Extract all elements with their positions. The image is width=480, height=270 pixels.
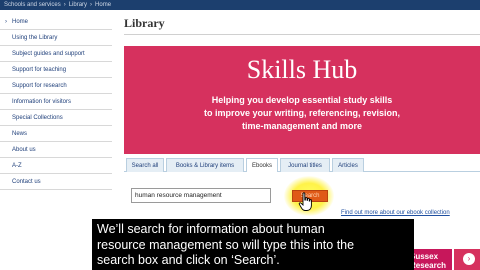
- divider: [124, 34, 480, 35]
- tab-search-all[interactable]: Search all: [126, 158, 164, 172]
- banner-subtitle: Helping you develop essential study skil…: [124, 94, 480, 133]
- breadcrumb-separator: ›: [63, 2, 66, 8]
- caption-line: search box and click on ‘Search’.: [97, 253, 280, 267]
- ebook-collection-link[interactable]: Find out more about our ebook collection: [341, 210, 450, 216]
- sidebar-item-support-research[interactable]: Support for research: [0, 78, 112, 94]
- breadcrumb-item: Home: [95, 2, 112, 8]
- sidebar-item-label: About us: [12, 147, 36, 153]
- sidebar-item-label: Using the Library: [12, 35, 58, 41]
- caption-line: resource management so will type this in…: [97, 237, 355, 252]
- page-title: Library: [124, 16, 165, 30]
- sidebar-item-a-z[interactable]: A-Z: [0, 158, 112, 174]
- banner-title: Skills Hub: [246, 55, 358, 84]
- promo-tile[interactable]: ›: [454, 249, 480, 270]
- promo-label: Sussex: [410, 252, 439, 261]
- banner-subtitle-line: to improve your writing, referencing, re…: [203, 108, 401, 118]
- tab-articles[interactable]: Articles: [332, 158, 364, 172]
- sidebar-item-support-teaching[interactable]: Support for teaching: [0, 62, 112, 78]
- banner-subtitle-line: time-management and more: [241, 121, 363, 131]
- tab-books-library-items[interactable]: Books & Library items: [166, 158, 244, 172]
- breadcrumb-item[interactable]: Library: [69, 2, 87, 8]
- sidebar-item-home[interactable]: › Home: [0, 14, 112, 30]
- sidebar-item-label: Support for research: [12, 83, 67, 89]
- search-input[interactable]: [131, 188, 271, 203]
- tab-ebooks[interactable]: Ebooks: [246, 158, 278, 173]
- sidebar-nav: › Home Using the Library Subject guides a…: [0, 14, 112, 190]
- sidebar-item-subject-guides[interactable]: Subject guides and support: [0, 46, 112, 62]
- caption-line: We’ll search for information about human: [97, 222, 325, 236]
- search-tabs: Search all Books & Library items Ebooks …: [124, 158, 480, 173]
- chevron-right-icon: ›: [5, 19, 7, 25]
- arrow-right-icon: ›: [463, 253, 475, 265]
- sidebar-item-label: Special Collections: [12, 115, 63, 121]
- sidebar-item-label: Support for teaching: [12, 67, 67, 73]
- sidebar-item-using-the-library[interactable]: Using the Library: [0, 30, 112, 46]
- sidebar-item-label: A-Z: [12, 163, 22, 169]
- breadcrumb-separator: ›: [90, 2, 93, 8]
- sidebar-item-label: Subject guides and support: [12, 51, 85, 57]
- tab-journal-titles[interactable]: Journal titles: [280, 158, 330, 172]
- breadcrumb: Schools and services › Library › Home: [4, 0, 111, 10]
- top-bar: Schools and services › Library › Home: [0, 0, 480, 10]
- banner-subtitle-line: Helping you develop essential study skil…: [211, 95, 393, 105]
- sidebar-item-news[interactable]: News: [0, 126, 112, 142]
- skills-hub-banner[interactable]: Skills Hub Helping you develop essential…: [124, 46, 480, 154]
- video-caption: We’ll search for information about human…: [92, 219, 414, 270]
- promo-label: Research: [410, 261, 447, 270]
- sidebar-item-visitors[interactable]: Information for visitors: [0, 94, 112, 110]
- sidebar-item-about-us[interactable]: About us: [0, 142, 112, 158]
- hand-cursor-icon: [298, 192, 312, 211]
- sidebar-item-contact-us[interactable]: Contact us: [0, 174, 112, 190]
- sidebar-item-label: News: [12, 131, 28, 137]
- sidebar-item-label: Contact us: [12, 179, 41, 185]
- sidebar-item-special-collections[interactable]: Special Collections: [0, 110, 112, 126]
- breadcrumb-item[interactable]: Schools and services: [4, 2, 61, 8]
- sidebar-item-label: Information for visitors: [12, 99, 72, 105]
- sidebar-item-label: Home: [12, 19, 29, 25]
